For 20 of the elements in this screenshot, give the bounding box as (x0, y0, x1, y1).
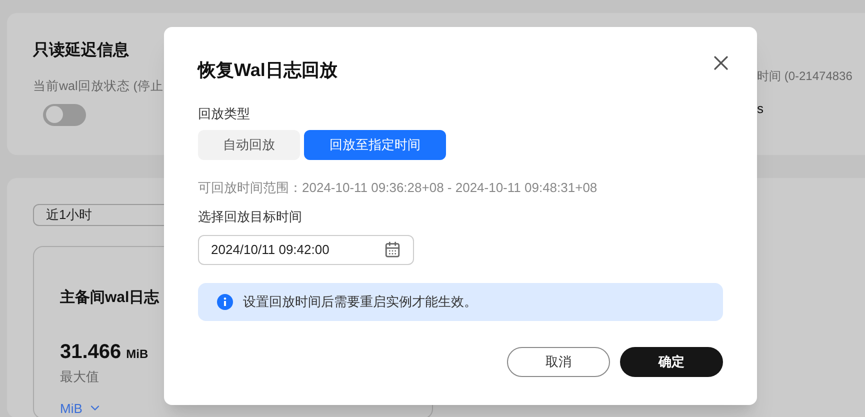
replay-status-label: 当前wal回放状态 (停止 (33, 78, 164, 95)
metric-value: 31.466 (60, 340, 122, 365)
metric-title: 主备间wal日志 (60, 288, 160, 308)
confirm-button[interactable]: 确定 (620, 346, 723, 376)
dialog-title: 恢复Wal日志回放 (198, 59, 338, 82)
date-field[interactable]: 2024/10/11 09:42:00 (198, 234, 414, 264)
replay-switch[interactable] (43, 104, 86, 126)
info-icon (217, 294, 233, 310)
metric-caption: 最大值 (60, 368, 100, 386)
replay-type-tab[interactable]: 回放至指定时间 (304, 130, 446, 160)
range-text: 可回放时间范围：2024-10-11 09:36:28+08 - 2024-10-11 09:48:31+08 (198, 178, 598, 196)
metric-unit: MiB (126, 346, 148, 363)
calendar-icon (384, 241, 401, 258)
replay-type-label: 回放类型 (198, 105, 251, 123)
notice-text: 设置回放时间后需要重启实例才能生效。 (243, 292, 477, 311)
cancel-button[interactable]: 取消 (507, 346, 610, 376)
delay-label: 时间 (0-21474836 (757, 68, 854, 85)
replay-type-tab[interactable]: 自动回放 (198, 130, 300, 160)
section-title: 只读延迟信息 (33, 40, 130, 61)
delay-value: s (757, 100, 764, 118)
